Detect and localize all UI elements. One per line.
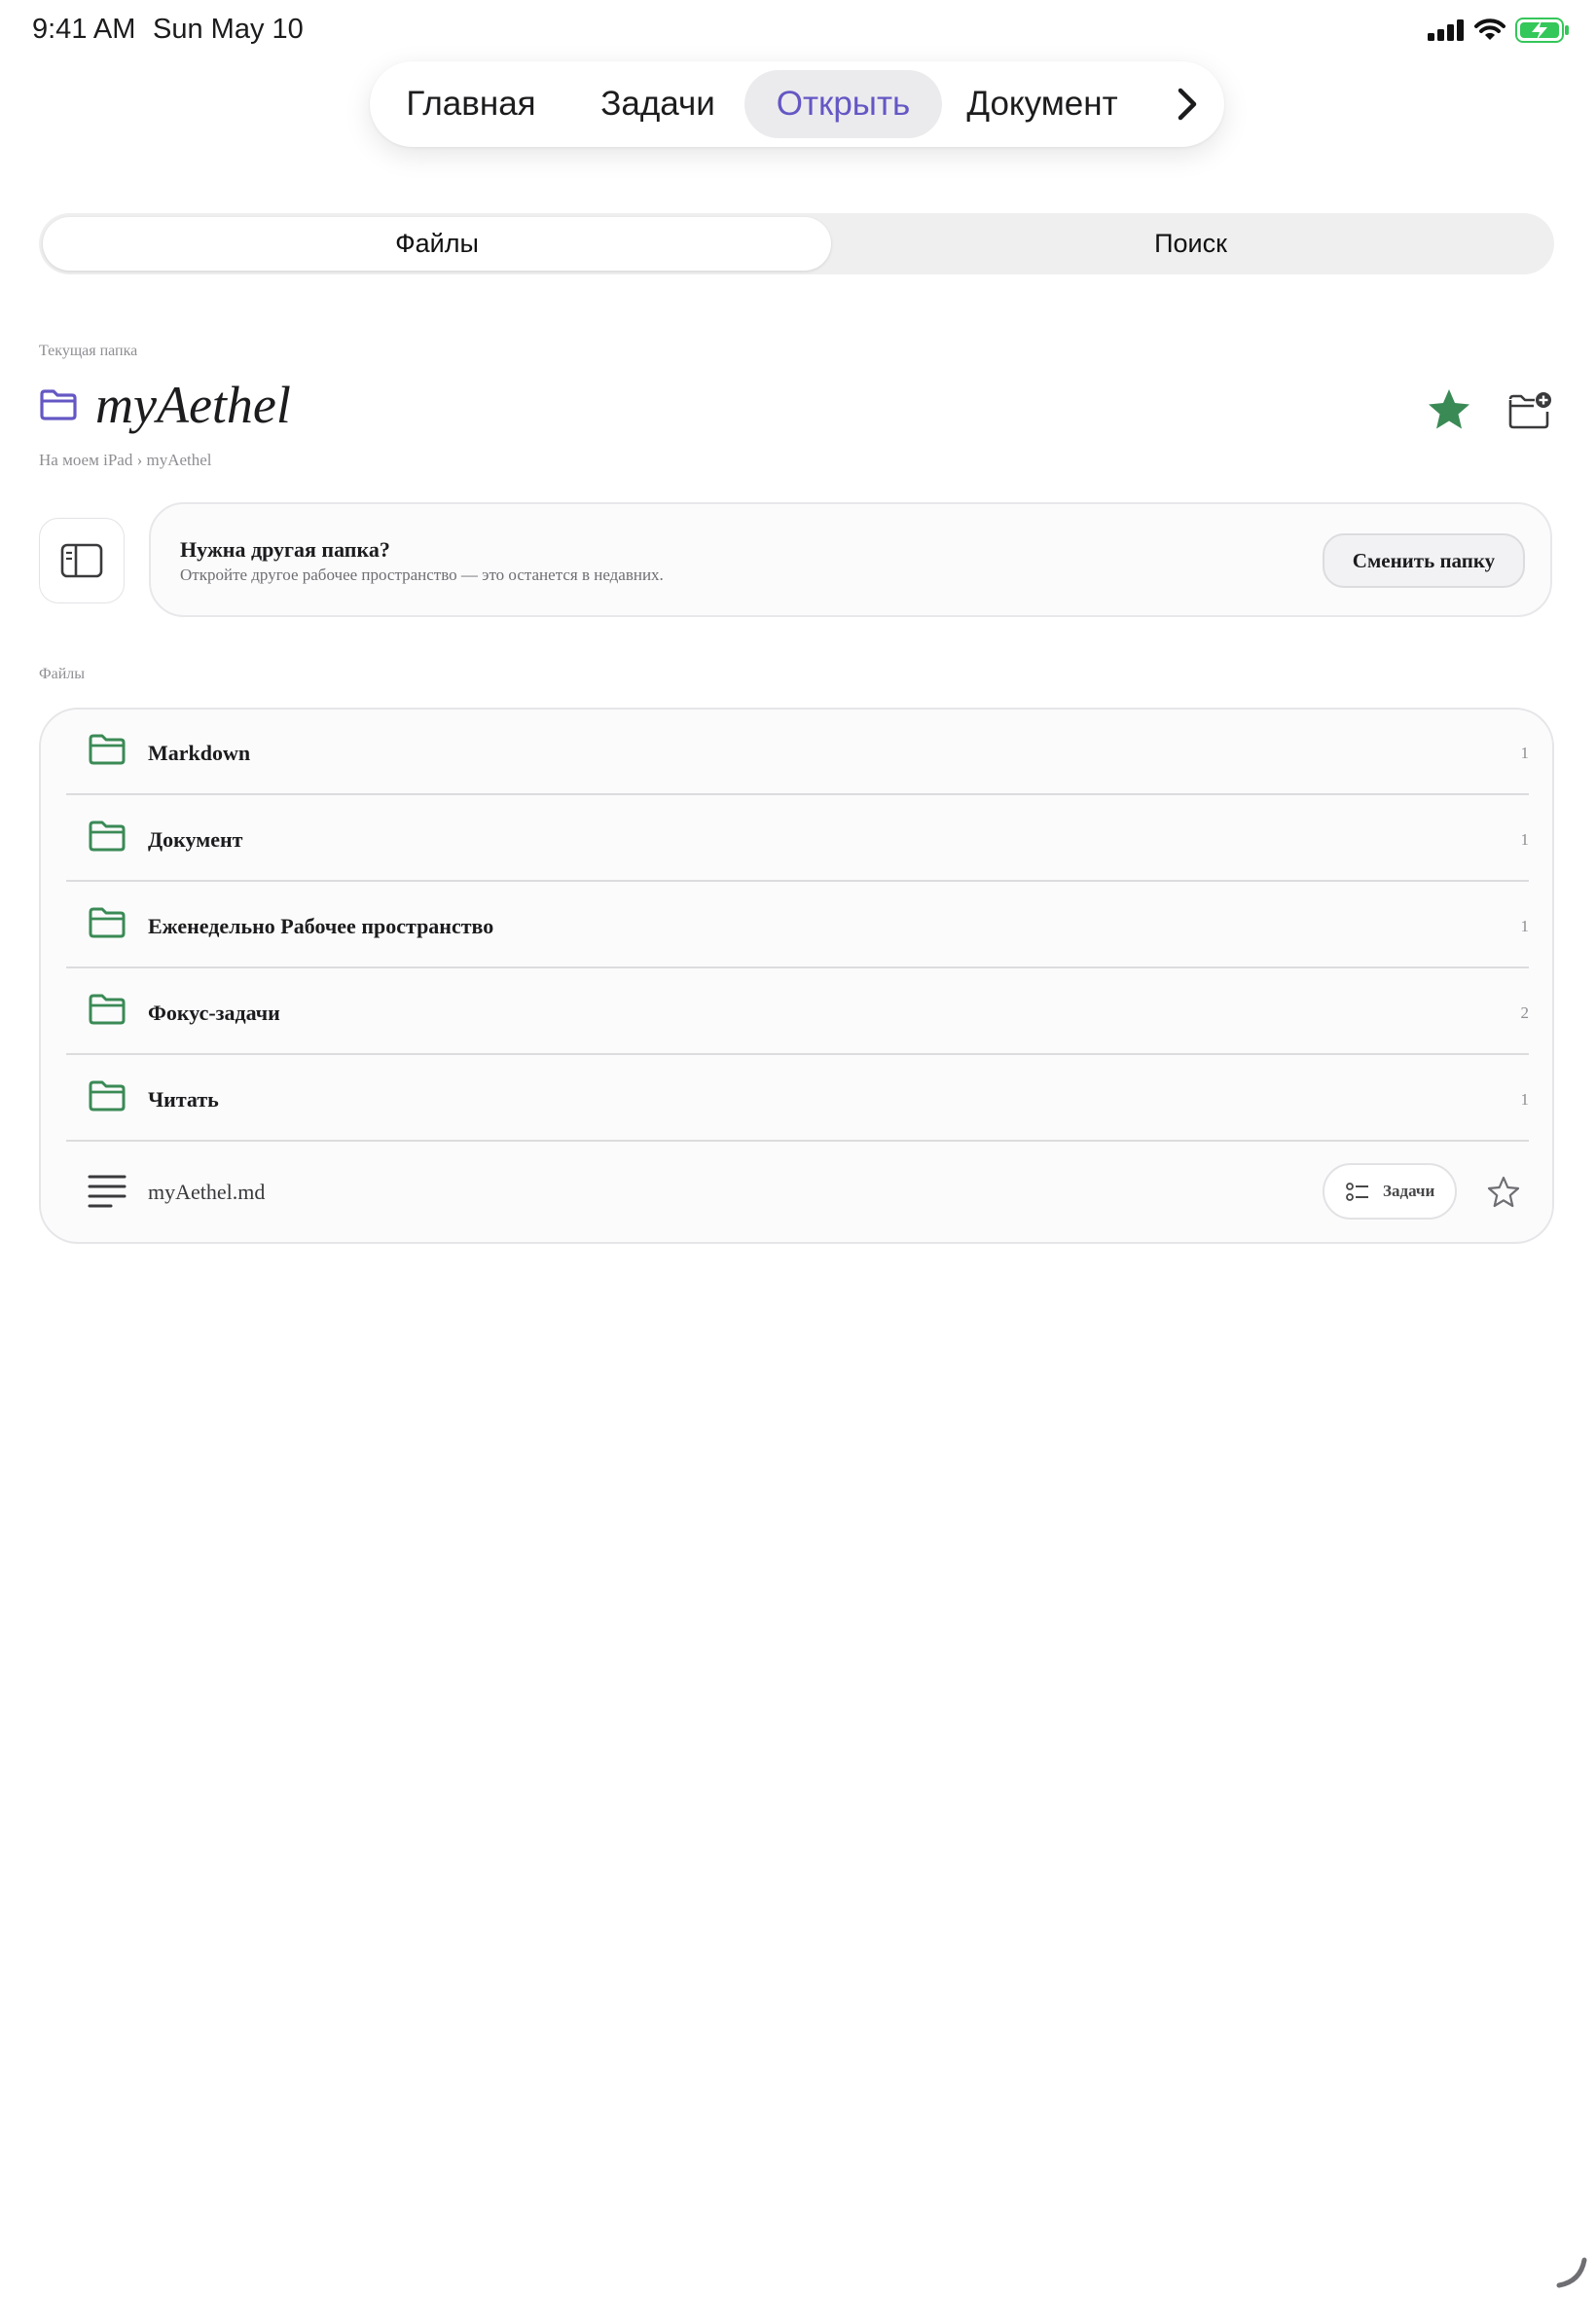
folder-icon <box>89 1080 126 1112</box>
sidebar-toggle-button[interactable] <box>39 518 125 603</box>
folder-name: Документ <box>148 827 243 852</box>
status-icons <box>1428 18 1570 43</box>
folder-name: Фокус-задачи <box>148 1001 280 1025</box>
folder-row-markdown[interactable]: Markdown 1 <box>41 710 1552 796</box>
card-title: Нужна другая папка? <box>180 537 390 562</box>
folder-icon <box>89 994 126 1025</box>
status-time: 9:41 AM <box>32 14 136 45</box>
divider <box>66 880 1529 882</box>
folder-icon <box>40 389 77 420</box>
folder-row-document[interactable]: Документ 1 <box>41 796 1552 883</box>
tab-tasks[interactable]: Задачи <box>576 70 740 138</box>
new-folder-icon[interactable] <box>1505 385 1553 434</box>
folder-count: 1 <box>1520 830 1530 849</box>
folder-count: 1 <box>1520 1090 1530 1109</box>
text-document-icon <box>88 1175 127 1208</box>
tasks-chip-label: Задачи <box>1383 1182 1435 1200</box>
folder-title: myAethel <box>95 376 291 434</box>
segment-files[interactable]: Файлы <box>43 217 831 271</box>
folder-row-read[interactable]: Читать 1 <box>41 1056 1552 1143</box>
change-folder-card: Нужна другая папка? Откройте другое рабо… <box>149 502 1552 617</box>
folder-icon <box>89 734 126 765</box>
folder-icon <box>89 907 126 938</box>
divider <box>66 966 1529 968</box>
segment-search[interactable]: Поиск <box>831 217 1550 271</box>
files-section-label: Файлы <box>39 666 86 682</box>
folder-name: Markdown <box>148 741 251 765</box>
current-folder-label: Текущая папка <box>39 343 138 359</box>
folder-count: 1 <box>1520 744 1530 762</box>
folder-name: Читать <box>148 1087 219 1112</box>
status-date: Sun May 10 <box>153 14 304 45</box>
folder-name: Еженедельно Рабочее пространство <box>148 914 494 938</box>
files-list: Markdown 1 Документ 1 Еженедельно Рабоче… <box>39 708 1554 1244</box>
change-folder-button[interactable]: Сменить папку <box>1323 533 1525 588</box>
star-filled-icon[interactable] <box>1425 385 1473 434</box>
chevron-right-icon[interactable] <box>1168 85 1207 124</box>
folder-row-weekly-workspace[interactable]: Еженедельно Рабочее пространство 1 <box>41 883 1552 969</box>
divider <box>66 1053 1529 1055</box>
folder-count: 2 <box>1520 1003 1530 1022</box>
folder-icon <box>89 820 126 852</box>
folder-row-focus-tasks[interactable]: Фокус-задачи 2 <box>41 969 1552 1056</box>
divider <box>66 793 1529 795</box>
tab-document[interactable]: Документ <box>954 70 1131 138</box>
cellular-signal-icon <box>1428 19 1464 41</box>
folder-count: 1 <box>1520 917 1530 935</box>
file-name: myAethel.md <box>148 1180 266 1204</box>
battery-charging-icon <box>1515 18 1569 43</box>
top-nav: Главная Задачи Открыть Документ <box>370 61 1224 147</box>
segmented-control: Файлы Поиск <box>39 213 1554 274</box>
card-subtitle: Откройте другое рабочее пространство — э… <box>180 565 664 584</box>
breadcrumb[interactable]: На моем iPad › myAethel <box>39 451 212 470</box>
tasks-chip-button[interactable]: Задачи <box>1323 1163 1457 1220</box>
resize-grip-icon[interactable] <box>1553 2254 1588 2289</box>
tab-home[interactable]: Главная <box>389 70 553 138</box>
sidebar-icon <box>60 543 103 578</box>
file-row[interactable]: myAethel.md Задачи <box>41 1141 1552 1242</box>
star-outline-icon[interactable] <box>1486 1175 1521 1210</box>
wifi-icon <box>1474 18 1505 40</box>
checklist-icon <box>1346 1183 1368 1201</box>
tab-open[interactable]: Открыть <box>744 70 942 138</box>
